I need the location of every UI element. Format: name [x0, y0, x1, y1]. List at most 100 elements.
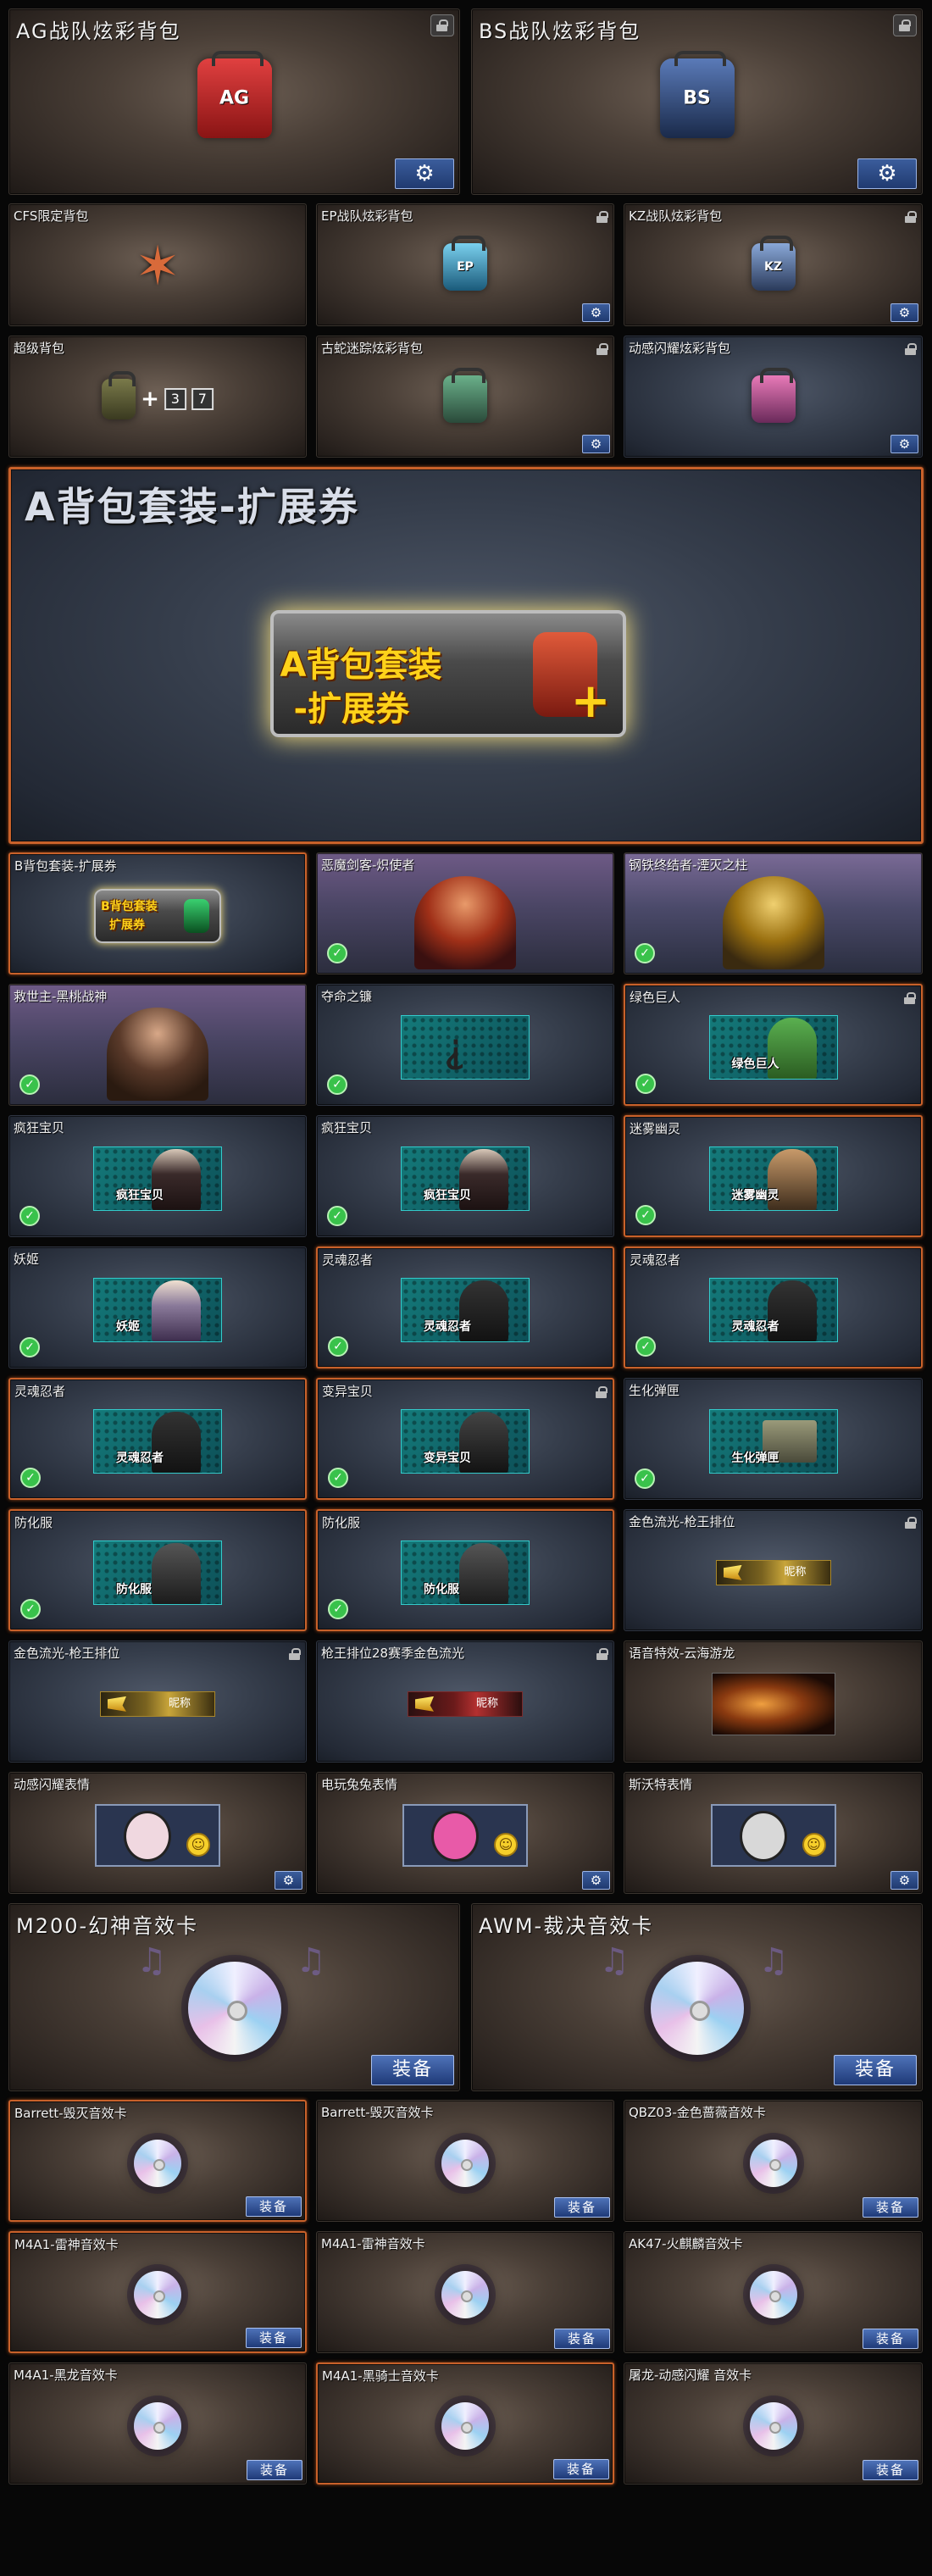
equip-button[interactable]: 装备	[371, 2055, 454, 2085]
item-title: 防化服	[14, 1515, 53, 1530]
lock-icon[interactable]	[905, 1517, 917, 1529]
item-card-n-gold-2[interactable]: 金色流光-枪王排位 昵称	[8, 1641, 307, 1763]
item-card-c-ghost-1[interactable]: 灵魂忍者 灵魂忍者 ✓	[316, 1246, 614, 1368]
equip-button[interactable]: 装备	[863, 2197, 918, 2218]
item-card-c-ghost-3[interactable]: 灵魂忍者 灵魂忍者 ✓	[8, 1378, 307, 1500]
settings-button[interactable]: ⚙	[582, 435, 610, 453]
smile-icon: ☺	[186, 1832, 210, 1857]
item-card-c-ji[interactable]: 妖姬 妖姬 ✓	[8, 1246, 307, 1368]
gear-icon: ⚙	[590, 305, 602, 320]
character-panel: ⸘	[401, 1014, 530, 1080]
item-card-m-m4a1-dragon[interactable]: M4A1-黑龙音效卡 装备	[8, 2362, 307, 2484]
item-title: BS战队炫彩背包	[479, 19, 641, 43]
item-card-m-barrett-2[interactable]: Barrett-毁灭音效卡 装备	[316, 2100, 614, 2222]
equip-button[interactable]: 装备	[554, 2197, 610, 2218]
item-title: 恶魔剑客-炽使者	[321, 858, 415, 873]
equip-button[interactable]: 装备	[863, 2460, 918, 2480]
equip-button[interactable]: 装备	[553, 2459, 609, 2479]
item-card-c-hazmat-2[interactable]: 防化服 防化服 ✓	[316, 1509, 614, 1631]
item-title: 斯沃特表情	[629, 1777, 693, 1792]
item-card-cfs-bag[interactable]: CFS限定背包 ✶	[8, 203, 307, 326]
settings-button[interactable]: ⚙	[275, 1871, 302, 1890]
item-card-ag-bag[interactable]: AG战队炫彩背包 AG ⚙	[8, 8, 460, 195]
item-card-m-anime[interactable]: 屠龙-动感闪耀 音效卡 装备	[624, 2362, 923, 2484]
settings-button[interactable]: ⚙	[582, 303, 610, 322]
item-card-ep-bag[interactable]: EP战队炫彩背包 EP ⚙	[316, 203, 614, 326]
item-card-c-mutant[interactable]: 变异宝贝 变异宝贝 ✓	[316, 1378, 614, 1500]
lock-icon[interactable]	[596, 343, 608, 355]
item-card-c-crazy-2[interactable]: 疯狂宝贝 疯狂宝贝 ✓	[316, 1115, 614, 1237]
item-card-c-bio[interactable]: 生化弹匣 生化弹匣 ✓	[624, 1378, 923, 1500]
character-panel: 防化服	[401, 1540, 530, 1605]
item-card-e-anime[interactable]: 动感闪耀表情 ☺ ⚙	[8, 1772, 307, 1894]
character-label: 绿色巨人	[731, 1057, 779, 1071]
item-card-n-season[interactable]: 枪王排位28赛季金色流光 昵称	[316, 1641, 614, 1763]
equip-button[interactable]: 装备	[554, 2329, 610, 2349]
lock-icon[interactable]	[905, 211, 917, 223]
lock-icon[interactable]	[905, 343, 917, 355]
item-card-snake-bag[interactable]: 古蛇迷踪炫彩背包 ⚙	[316, 336, 614, 458]
item-card-m-awm[interactable]: AWM-裁决音效卡 ♫ ♫ 装备	[471, 1903, 923, 2091]
settings-button[interactable]: ⚙	[395, 158, 454, 189]
item-card-n-gold-1[interactable]: 金色流光-枪王排位 昵称	[624, 1509, 923, 1631]
music-disc-icon	[441, 2139, 489, 2187]
item-title: 金色流光-枪王排位	[14, 1646, 120, 1661]
item-card-c-hazmat-1[interactable]: 防化服 防化服 ✓	[8, 1509, 307, 1631]
item-card-m-m4a1-2[interactable]: M4A1-雷神音效卡 装备	[316, 2231, 614, 2353]
settings-button[interactable]: ⚙	[857, 158, 917, 189]
item-card-c-angel[interactable]: 恶魔剑客-炽使者 ✓	[316, 852, 614, 974]
lock-icon[interactable]	[596, 1648, 608, 1660]
item-card-m-m4a1-1[interactable]: M4A1-雷神音效卡 装备	[8, 2231, 307, 2353]
item-card-m-m4a1-knight[interactable]: M4A1-黑骑士音效卡 装备	[316, 2362, 614, 2484]
item-card-b-ticket[interactable]: B背包套装-扩展券 B背包套装 扩展券	[8, 852, 307, 974]
lock-icon[interactable]	[904, 992, 916, 1004]
item-title: 灵魂忍者	[322, 1252, 374, 1268]
item-card-c-crazy-1[interactable]: 疯狂宝贝 疯狂宝贝 ✓	[8, 1115, 307, 1237]
bag-logo: EP	[457, 260, 474, 275]
settings-button[interactable]: ⚙	[890, 303, 918, 322]
equip-button[interactable]: 装备	[246, 2328, 302, 2348]
equip-button[interactable]: 装备	[834, 2055, 917, 2085]
item-card-a-ticket[interactable]: A背包套装-扩展券 A背包套装 -扩展券 +	[8, 467, 924, 844]
item-card-c-reaper[interactable]: 夺命之镰 ⸘ ✓	[316, 984, 614, 1106]
character-label: 疯狂宝贝	[424, 1188, 471, 1202]
settings-button[interactable]: ⚙	[890, 435, 918, 453]
item-card-c-steel[interactable]: 钢铁终结者-湮灭之柱 ✓	[624, 852, 923, 974]
equip-button[interactable]: 装备	[247, 2460, 302, 2480]
item-title: 钢铁终结者-湮灭之柱	[629, 858, 748, 873]
item-title: 古蛇迷踪炫彩背包	[321, 341, 424, 356]
item-card-c-fog[interactable]: 迷雾幽灵 迷雾幽灵 ✓	[624, 1115, 923, 1237]
backpack-icon: EP	[443, 236, 487, 291]
lock-icon[interactable]	[596, 211, 608, 223]
item-card-m-m200[interactable]: M200-幻神音效卡 ♫ ♫ 装备	[8, 1903, 460, 2091]
lock-button[interactable]	[430, 14, 454, 36]
item-card-m-ak47[interactable]: AK47-火麒麟音效卡 装备	[624, 2231, 923, 2353]
music-disc-icon	[441, 2270, 489, 2318]
equip-button[interactable]: 装备	[246, 2196, 302, 2217]
equip-button[interactable]: 装备	[863, 2329, 918, 2349]
settings-button[interactable]: ⚙	[582, 1871, 610, 1890]
item-title: 救世主-黑桃战神	[14, 989, 108, 1004]
item-card-fx-dragon[interactable]: 语音特效-云海游龙	[624, 1641, 923, 1763]
item-card-kz-bag[interactable]: KZ战队炫彩背包 KZ ⚙	[624, 203, 923, 326]
lock-icon[interactable]	[596, 1386, 607, 1398]
item-card-super-bag[interactable]: 超级背包 + 3 7	[8, 336, 307, 458]
item-title: M4A1-雷神音效卡	[321, 2236, 425, 2251]
settings-button[interactable]: ⚙	[890, 1871, 918, 1890]
item-card-c-ghost-2[interactable]: 灵魂忍者 灵魂忍者 ✓	[624, 1246, 923, 1368]
item-card-bs-bag[interactable]: BS战队炫彩背包 BS ⚙	[471, 8, 923, 195]
bag-logo: KZ	[764, 260, 782, 275]
check-icon: ✓	[327, 943, 347, 963]
item-title: EP战队炫彩背包	[321, 208, 413, 224]
item-card-e-st[interactable]: 斯沃特表情 ☺ ⚙	[624, 1772, 923, 1894]
item-card-e-rabbit[interactable]: 电玩兔兔表情 ☺ ⚙	[316, 1772, 614, 1894]
lock-icon[interactable]	[289, 1648, 301, 1660]
gear-icon: ⚙	[877, 161, 897, 186]
emote-preview: ☺	[402, 1803, 528, 1867]
lock-button[interactable]	[893, 14, 917, 36]
item-card-c-giant[interactable]: 绿色巨人 绿色巨人 ✓	[624, 984, 923, 1106]
item-card-c-savior[interactable]: 救世主-黑桃战神 ✓	[8, 984, 307, 1106]
item-card-m-qbz[interactable]: QBZ03-金色蔷薇音效卡 装备	[624, 2100, 923, 2222]
item-card-m-barrett-1[interactable]: Barrett-毁灭音效卡 装备	[8, 2100, 307, 2222]
item-card-anime-bag[interactable]: 动感闪耀炫彩背包 ⚙	[624, 336, 923, 458]
